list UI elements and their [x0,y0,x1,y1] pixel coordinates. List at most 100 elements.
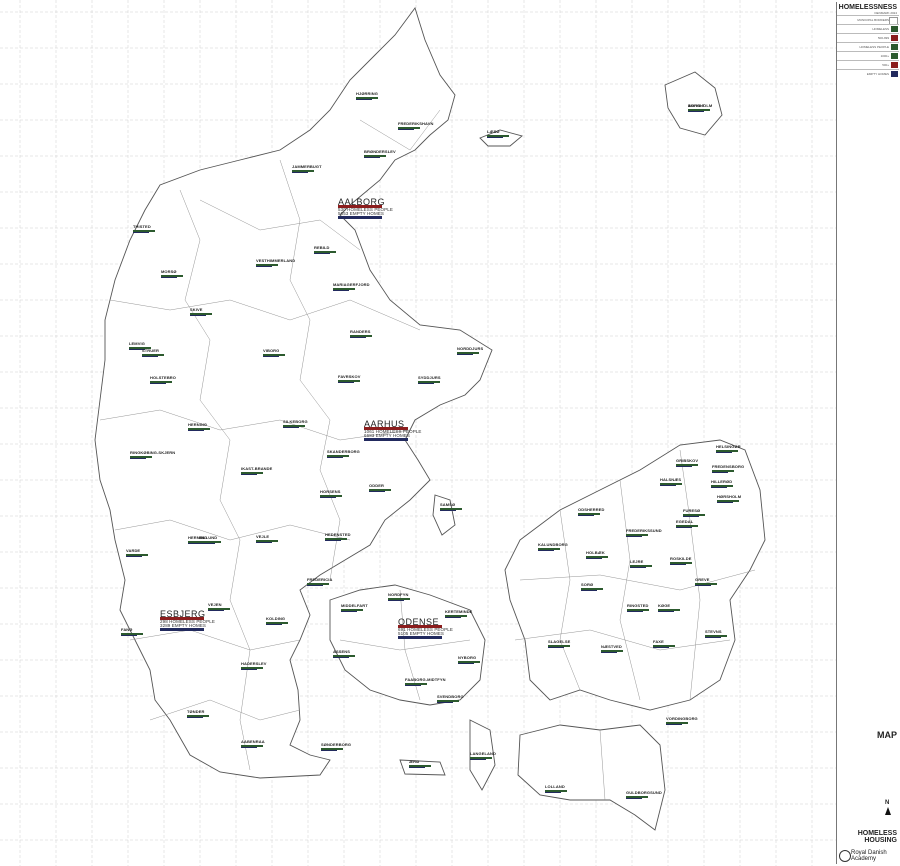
empty-homes-bar [440,510,456,511]
empty-homes-count: 3289 EMPTY HOMES [160,622,207,628]
empty-homes-bar [627,611,643,612]
empty-homes-bar [538,550,554,551]
empty-homes-bar [676,527,692,528]
city-name: FAXE [653,639,664,644]
empty-homes-bar [338,216,382,219]
legend-item: 1000+ [837,51,899,60]
city-label: HEDENSTED [325,533,351,541]
city-name: HELSINGØR [716,444,741,449]
city-label: GULDBORGSUND [626,791,662,799]
empty-homes-bar [292,172,308,173]
city-name: FAABORG-MIDTFYN [405,677,446,682]
empty-homes-bar [350,337,366,338]
legend-swatch [891,71,898,77]
legend-label: EMPTY HOMES [866,72,889,76]
city-name: HEDENSTED [325,532,351,537]
city-name: HILLERØD [711,479,733,484]
empty-homes-bar [626,536,642,537]
city-name: REBILD [314,245,330,250]
empty-homes-bar [199,543,215,544]
empty-homes-bar [712,472,728,473]
city-label: LOLLAND [545,785,567,793]
city-name: HERNING [188,422,208,427]
empty-homes-bar [683,516,699,517]
legend-swatch [891,26,898,32]
legend-label: HOMELESS PEOPLE [859,45,889,49]
city-name: RINGSTED [627,603,649,608]
city-label: IKAST-BRANDE [241,467,272,475]
city-label: MARIAGERFJORD [333,283,370,291]
empty-homes-bar [405,685,421,686]
city-label: FREDERIKSSUND [626,529,662,537]
city-label: HERNING [188,423,210,431]
city-name: STRUER [142,348,160,353]
empty-homes-bar [705,637,721,638]
city-name: AALBORG [338,197,386,207]
legend-label: HOMELESS [872,27,889,31]
city-name: VORDINGBORG [666,716,698,721]
city-label: ODDER [369,484,391,492]
city-name: HADERSLEV [241,661,267,666]
empty-homes-bar [241,747,257,748]
empty-homes-count: 5653 EMPTY HOMES [338,210,385,216]
city-name: LANGELAND [470,751,497,756]
city-label: SILKEBORG [283,420,308,428]
city-label: BRØNDERSLEV [364,150,396,158]
empty-homes-bar [398,636,442,639]
city-label: VEJLE [256,535,278,543]
city-label: FAABORG-MIDTFYN [405,678,446,686]
institution-name: Royal Danish Academy [851,850,887,862]
legend-item: 500+ [837,60,899,69]
city-label: EGEDAL [676,520,698,528]
city-name: ODENSE [398,617,440,627]
city-label: BORNHOLM [688,104,712,112]
empty-homes-bar [581,590,597,591]
city-name: KOLDING [266,616,286,621]
empty-homes-bar [445,617,461,618]
empty-homes-bar [161,277,177,278]
city-label: HADERSLEV [241,662,267,670]
empty-homes-bar [327,457,343,458]
empty-homes-bar [208,610,224,611]
city-label: HALSNÆS [660,478,682,486]
city-name: VEJLE [256,534,270,539]
empty-homes-bar [626,798,642,799]
empty-homes-bar [688,111,704,112]
empty-homes-bar [717,502,733,503]
city-label: HJØRRING [356,92,378,100]
empty-homes-bar [320,497,336,498]
empty-homes-bar [398,129,414,130]
city-name: HJØRRING [356,91,378,96]
empty-homes-bar [388,600,404,601]
empty-homes-bar [418,383,434,384]
north-label: N [885,800,890,806]
empty-homes-bar [409,767,425,768]
legend-label: MUNICIPAL BORDERS [857,18,889,22]
city-label: HØRSHOLM [717,495,741,503]
empty-homes-bar [658,611,674,612]
title-heading: HOMELESSNESS [838,4,897,11]
city-label: HORSENS [320,490,342,498]
city-label: SLAGELSE [548,640,570,648]
city-label: SKIVE [190,308,212,316]
empty-homes-bar [695,585,711,586]
city-name: RANDERS [350,329,371,334]
city-name: LÆSØ [487,129,500,134]
city-name: IKAST-BRANDE [241,466,273,471]
academy-seal-icon [839,850,851,862]
city-name: GULDBORGSUND [626,790,662,795]
city-name: AARHUS [364,419,405,429]
city-name: LEJRE [630,559,644,564]
city-name: VIBORG [263,348,280,353]
empty-homes-bar [601,652,617,653]
empty-homes-bar [142,356,158,357]
empty-homes-bar [666,724,682,725]
city-name: MIDDELFART [341,603,368,608]
empty-homes-bar [578,515,594,516]
city-name: FREDERIKSSUND [626,528,662,533]
city-name: KERTEMINDE [445,609,473,614]
city-label: VARDE [126,549,148,557]
empty-homes-bar [660,485,676,486]
legend-swatch [891,44,898,50]
city-label: HOLBÆK [586,551,608,559]
